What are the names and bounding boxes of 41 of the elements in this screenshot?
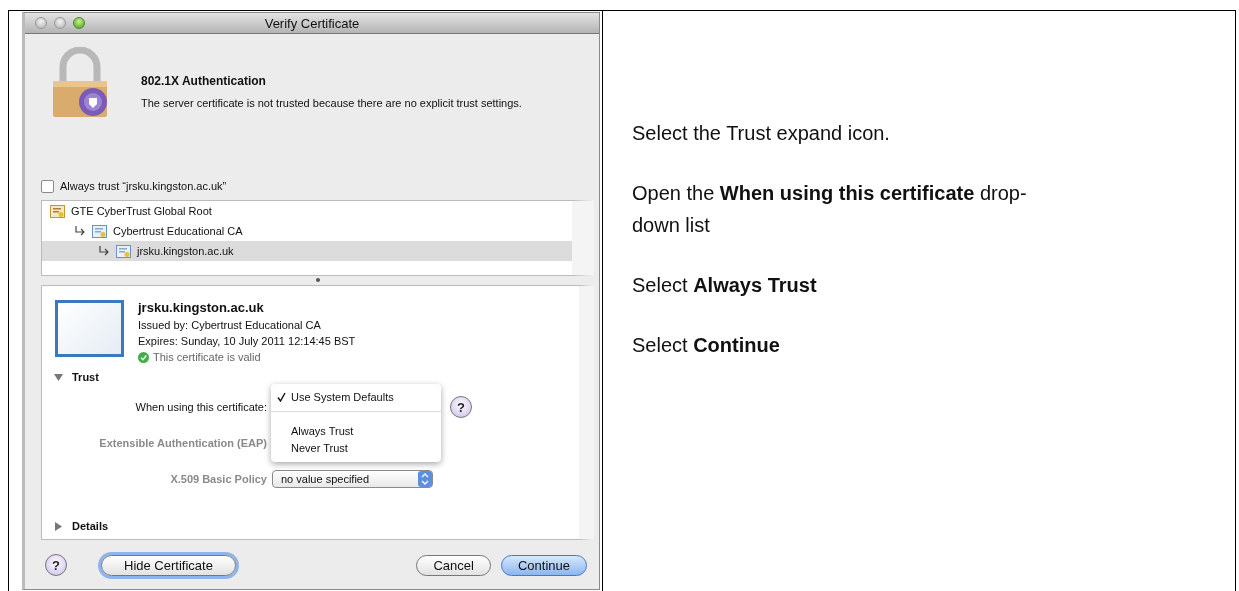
certificate-image: [55, 300, 124, 357]
window-title: Verify Certificate: [264, 15, 360, 31]
push-button[interactable]: Hide Certificate: [101, 554, 236, 576]
push-button[interactable]: Continue: [500, 554, 587, 576]
splitter-dot-icon[interactable]: [315, 278, 320, 282]
stepper-arrows-icon: [418, 471, 432, 487]
dialog-message: The server certificate is not trusted because there are no explicit trust settings.: [141, 96, 523, 111]
child-arrow-icon: [98, 246, 110, 256]
push-button[interactable]: Cancel: [416, 554, 491, 576]
section-label[interactable]: Trust: [72, 371, 99, 383]
menu-item[interactable]: Use System Defaults: [271, 388, 441, 405]
expiry-text: Expires: Sunday, 10 July 2011 12:14:45 BST: [138, 335, 356, 347]
instruction-text: Select the Trust expand icon.: [632, 121, 891, 146]
child-arrow-icon: [74, 226, 86, 236]
tree-item[interactable]: GTE CyberTrust Global Root: [42, 201, 572, 221]
setting-label: Extensible Authentication (EAP): [98, 437, 267, 449]
instruction-text: Select Continue: [632, 333, 781, 358]
certificate-icon: [50, 204, 65, 218]
instruction-text: Open the When using this certificate drop-down list: [632, 181, 1028, 238]
menu-item[interactable]: Always Trust: [271, 422, 441, 439]
expanded-triangle-icon[interactable]: [54, 372, 63, 382]
certificate-icon: [116, 244, 131, 258]
setting-label: X.509 Basic Policy: [169, 473, 267, 485]
instruction-text: Select Always Trust: [632, 273, 818, 298]
help-button[interactable]: ?: [450, 396, 472, 418]
section-label[interactable]: Details: [72, 520, 109, 532]
checkmark-icon: [276, 391, 286, 402]
setting-label: When using this certificate:: [134, 401, 267, 413]
tree-item[interactable]: jrsku.kingston.ac.uk: [42, 241, 572, 261]
menu-item[interactable]: Never Trust: [271, 439, 441, 456]
dialog-heading: 802.1X Authentication: [141, 74, 267, 88]
certificate-icon: [92, 224, 107, 238]
zoom-button[interactable]: [73, 17, 85, 29]
certificate-name: jrsku.kingston.ac.uk: [138, 300, 265, 315]
help-button[interactable]: ?: [45, 554, 67, 576]
collapsed-triangle-icon[interactable]: [54, 521, 63, 531]
tree-item[interactable]: Cybertrust Educational CA: [42, 221, 572, 241]
check-circle-icon: [138, 351, 149, 363]
always-trust-checkbox[interactable]: Always trust “jrsku.kingston.ac.uk”: [41, 178, 599, 194]
status-text: This certificate is valid: [153, 351, 261, 363]
issuer-text: Issued by: Cybertrust Educational CA: [138, 319, 322, 331]
